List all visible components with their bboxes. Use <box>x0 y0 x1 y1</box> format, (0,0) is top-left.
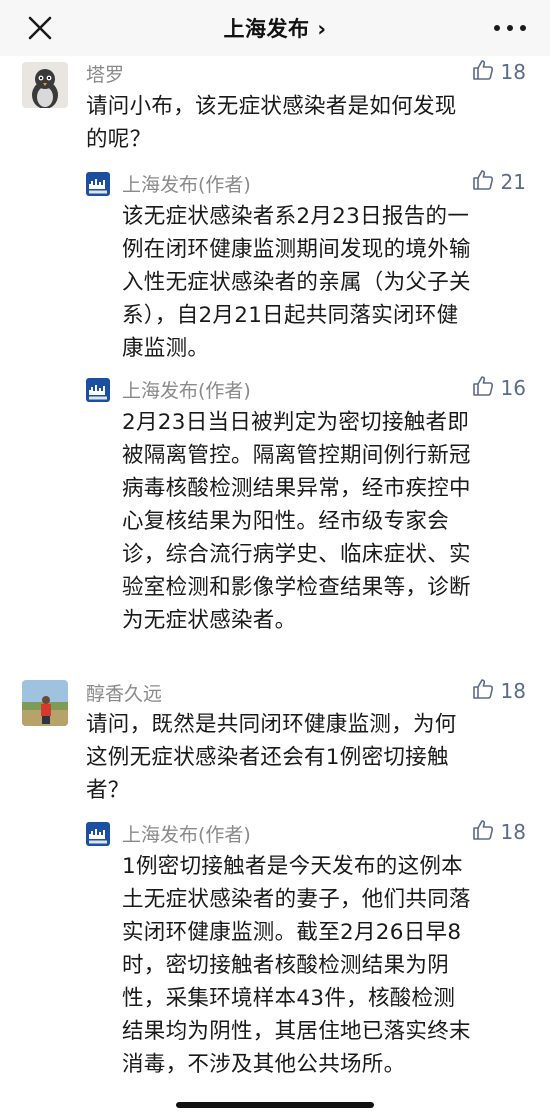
comment-text: 请问小布，该无症状感染者是如何发现 的呢？ <box>86 94 457 152</box>
comment-text: 请问，既然是共同闭环健康监测，为何 这例无症状感染者还会有1例密切接触 者？ <box>86 712 457 803</box>
page-title[interactable]: 上海发布 › <box>0 13 550 43</box>
author-avatar[interactable] <box>86 378 110 402</box>
like-count: 18 <box>500 679 526 703</box>
reply-text: 1例密切接触者是今天发布的这例本 土无症状感染者的妻子，他们共同落 实闭环健康监… <box>122 854 471 1077</box>
nav-header: 上海发布 › <box>0 0 550 56</box>
like-count: 21 <box>500 170 526 194</box>
comment-username[interactable]: 醇香久远 <box>86 679 162 706</box>
reply-author[interactable]: 上海发布(作者) <box>122 376 251 403</box>
like-button[interactable]: 21 <box>471 169 526 195</box>
like-button[interactable]: 18 <box>471 678 526 704</box>
like-button[interactable]: 18 <box>471 819 526 845</box>
comment-username[interactable]: 塔罗 <box>86 60 124 87</box>
like-button[interactable]: 16 <box>471 375 526 401</box>
reply-text: 2月23日当日被判定为密切接触者即 被隔离管控。隔离管控期间例行新冠 病毒核酸检… <box>122 410 471 633</box>
reply-text: 该无症状感染者系2月23日报告的一 例在闭环健康监测期间发现的境外输 入性无症状… <box>122 204 471 361</box>
home-indicator[interactable] <box>176 1102 374 1108</box>
like-button[interactable]: 18 <box>471 59 526 85</box>
thumbs-up-icon <box>471 168 495 196</box>
reply-author[interactable]: 上海发布(作者) <box>122 820 251 847</box>
author-avatar[interactable] <box>86 172 110 196</box>
like-count: 18 <box>500 820 526 844</box>
avatar[interactable] <box>22 62 68 108</box>
more-dots-icon[interactable] <box>494 25 526 33</box>
thumbs-up-icon <box>471 818 495 846</box>
avatar[interactable] <box>22 680 68 726</box>
like-count: 18 <box>500 60 526 84</box>
thumbs-up-icon <box>471 374 495 402</box>
like-count: 16 <box>500 376 526 400</box>
thumbs-up-icon <box>471 58 495 86</box>
thumbs-up-icon <box>471 677 495 705</box>
author-avatar[interactable] <box>86 822 110 846</box>
reply-author[interactable]: 上海发布(作者) <box>122 170 251 197</box>
